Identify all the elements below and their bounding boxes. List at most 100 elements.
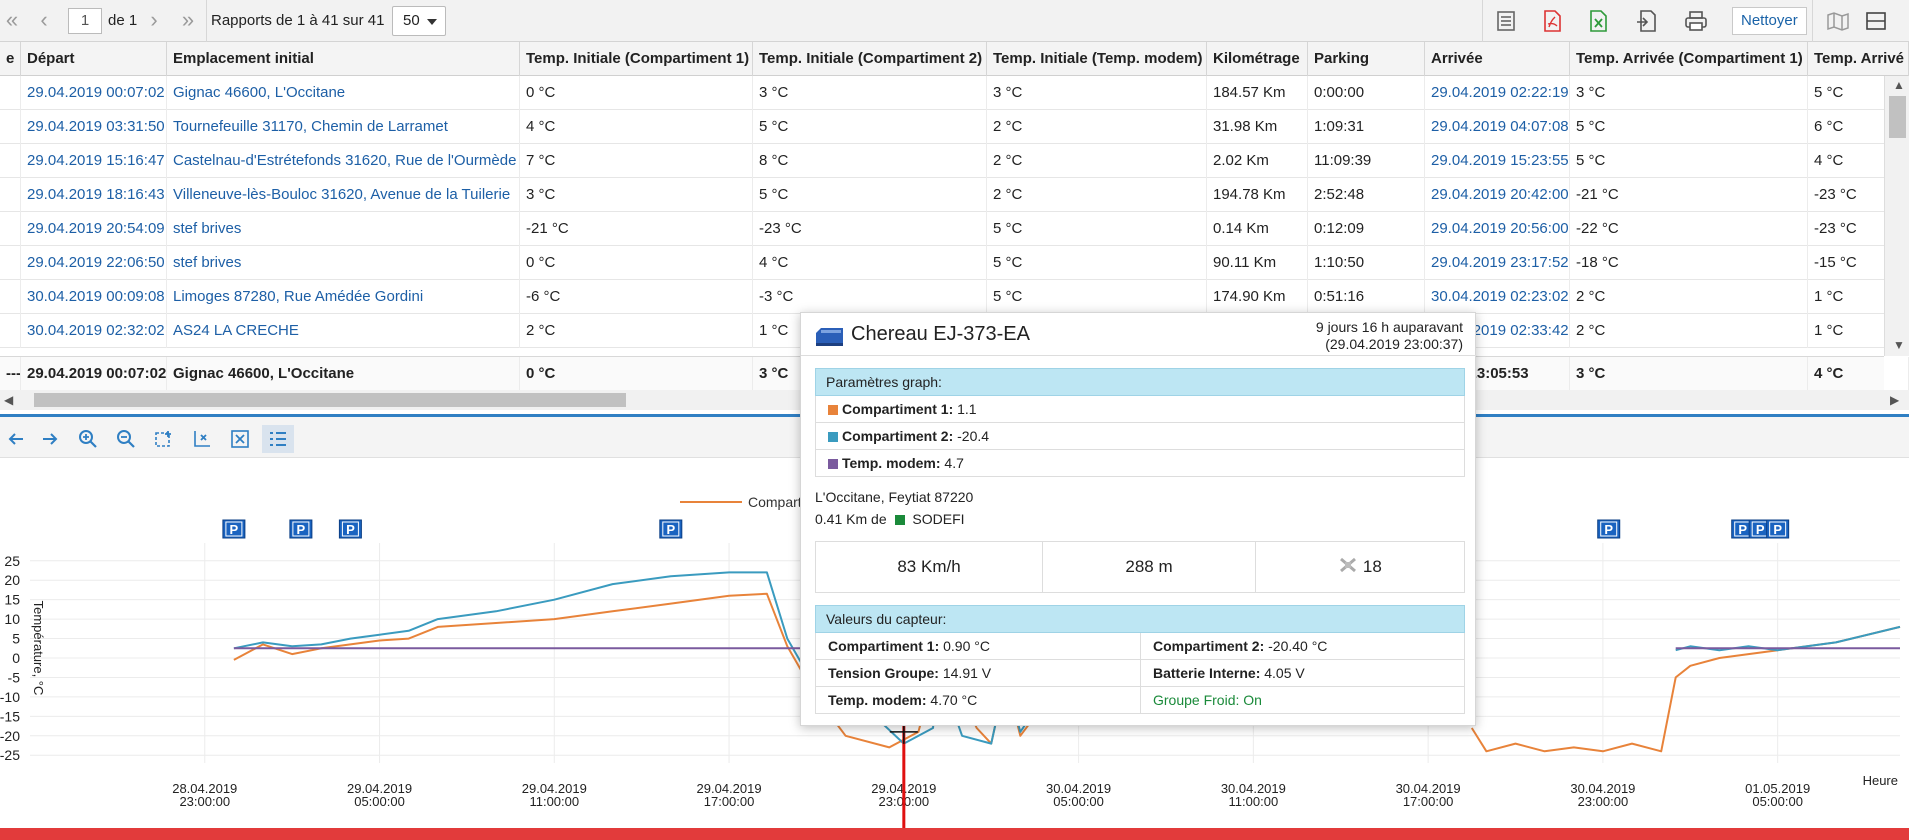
sensor-compartment-1: Compartiment 1: 0.90 °C bbox=[815, 633, 1141, 660]
next-page-button[interactable]: › bbox=[142, 8, 166, 34]
table-cell-link[interactable]: Limoges 87280, Rue Amédée Gordini bbox=[167, 280, 520, 314]
table-cell-link[interactable]: 29.04.2019 22:06:50 bbox=[21, 246, 167, 280]
column-header[interactable]: Arrivée bbox=[1425, 42, 1570, 76]
table-cell-link[interactable]: stef brives bbox=[167, 212, 520, 246]
poi-distance: 0.41 Km de SODEFI bbox=[815, 511, 965, 527]
graph-params-header: Paramètres graph: bbox=[815, 368, 1465, 396]
y-tick-label: -5 bbox=[8, 669, 21, 685]
series-line[interactable] bbox=[1470, 625, 1901, 753]
table-cell-link[interactable]: 29.04.2019 20:42:00 bbox=[1425, 178, 1570, 212]
table-cell-link[interactable]: 29.04.2019 04:07:08 bbox=[1425, 110, 1570, 144]
zoom-x-axis-icon[interactable] bbox=[188, 425, 216, 453]
zoom-selection-icon[interactable] bbox=[150, 425, 178, 453]
column-header[interactable]: Parking bbox=[1308, 42, 1425, 76]
column-header[interactable]: e bbox=[0, 42, 21, 76]
pdf-export-icon[interactable] bbox=[1532, 6, 1572, 36]
scroll-up-icon[interactable]: ▲ bbox=[1893, 78, 1905, 92]
first-page-button[interactable]: « bbox=[0, 8, 24, 34]
column-header[interactable]: Temp. Arrivé bbox=[1808, 42, 1909, 76]
table-cell: -21 °C bbox=[1570, 178, 1808, 212]
table-cell-link[interactable]: 29.04.2019 02:22:19 bbox=[1425, 76, 1570, 110]
table-row[interactable]: 29.04.2019 22:06:50 stef brives 0 °C 4 °C 5 … bbox=[0, 246, 1909, 280]
table-cell-link[interactable]: Tournefeuille 31170, Chemin de Larramet bbox=[167, 110, 520, 144]
print-icon[interactable] bbox=[1676, 6, 1716, 36]
scroll-right-icon[interactable]: ▶ bbox=[1890, 393, 1899, 407]
sensor-voltage-group: Tension Groupe: 14.91 V bbox=[815, 660, 1141, 687]
table-cell: 0:00:00 bbox=[1308, 76, 1425, 110]
sensor-value: -20.40 °C bbox=[1268, 638, 1328, 654]
column-header[interactable]: Temp. Arrivée (Compartiment 1) bbox=[1570, 42, 1808, 76]
table-cell-link[interactable]: Castelnau-d'Estrétefonds 31620, Rue de l… bbox=[167, 144, 520, 178]
map-view-icon[interactable] bbox=[1818, 6, 1858, 36]
speed-stat: 83 Km/h bbox=[815, 541, 1043, 593]
param-label: Compartiment 2: bbox=[842, 428, 954, 444]
y-tick-label: -10 bbox=[0, 689, 20, 705]
table-cell: 0:12:09 bbox=[1308, 212, 1425, 246]
zoom-out-icon[interactable] bbox=[112, 425, 140, 453]
table-cell: 3 °C bbox=[1570, 76, 1808, 110]
table-view-icon[interactable] bbox=[1486, 6, 1526, 36]
column-header[interactable]: Temp. Initiale (Compartiment 2) bbox=[753, 42, 987, 76]
table-cell-link[interactable]: Gignac 46600, L'Occitane bbox=[167, 76, 520, 110]
scrollbar-thumb[interactable] bbox=[34, 393, 626, 407]
total-cell: 0 °C bbox=[520, 357, 753, 391]
table-cell-link[interactable]: AS24 LA CRECHE bbox=[167, 314, 520, 348]
list-view-icon[interactable] bbox=[262, 425, 294, 453]
scrollbar-thumb[interactable] bbox=[1889, 96, 1906, 138]
legend-label[interactable]: Compart bbox=[748, 494, 802, 510]
distance-text: 0.41 Km de bbox=[815, 511, 887, 527]
scroll-left-icon[interactable]: ◀ bbox=[4, 393, 13, 407]
table-cell-link[interactable]: 29.04.2019 23:17:52 bbox=[1425, 246, 1570, 280]
table-cell: 174.90 Km bbox=[1207, 280, 1308, 314]
table-cell: 2.02 Km bbox=[1207, 144, 1308, 178]
table-cell-link[interactable]: 29.04.2019 20:56:00 bbox=[1425, 212, 1570, 246]
x-tick-label: 11:00:00 bbox=[529, 794, 579, 809]
last-page-button[interactable]: » bbox=[176, 8, 200, 34]
table-cell-link[interactable]: 30.04.2019 02:23:02 bbox=[1425, 280, 1570, 314]
x-tick-label: 23:00:00 bbox=[1578, 794, 1629, 809]
reset-zoom-icon[interactable] bbox=[226, 425, 254, 453]
column-header[interactable]: Temp. Initiale (Temp. modem) bbox=[987, 42, 1207, 76]
table-cell-link[interactable]: Villeneuve-lès-Bouloc 31620, Avenue de l… bbox=[167, 178, 520, 212]
table-cell-link[interactable]: 29.04.2019 15:16:47 bbox=[21, 144, 167, 178]
clear-button[interactable]: Nettoyer bbox=[1732, 7, 1807, 35]
table-row[interactable]: 29.04.2019 03:31:50 Tournefeuille 31170, … bbox=[0, 110, 1909, 144]
column-header[interactable]: Temp. Initiale (Compartiment 1) bbox=[520, 42, 753, 76]
table-cell-link[interactable]: 30.04.2019 00:09:08 bbox=[21, 280, 167, 314]
table-cell: 7 °C bbox=[520, 144, 753, 178]
table-cell-link[interactable]: 29.04.2019 15:23:55 bbox=[1425, 144, 1570, 178]
arrow-right-icon[interactable] bbox=[36, 425, 64, 453]
table-cell-link[interactable]: 30.04.2019 02:32:02 bbox=[21, 314, 167, 348]
table-cell-link[interactable]: 29.04.2019 20:54:09 bbox=[21, 212, 167, 246]
excel-export-icon[interactable] bbox=[1578, 6, 1618, 36]
column-header[interactable]: Kilométrage bbox=[1207, 42, 1308, 76]
scroll-down-icon[interactable]: ▼ bbox=[1893, 338, 1905, 352]
table-row[interactable]: 29.04.2019 15:16:47 Castelnau-d'Estrétefo… bbox=[0, 144, 1909, 178]
import-icon[interactable] bbox=[1626, 6, 1666, 36]
table-cell: 3 °C bbox=[753, 76, 987, 110]
table-cell-link[interactable]: stef brives bbox=[167, 246, 520, 280]
page-number-input[interactable]: 1 bbox=[68, 8, 102, 34]
table-row[interactable]: 29.04.2019 00:07:02 Gignac 46600, L'Occit… bbox=[0, 76, 1909, 110]
table-row[interactable]: 29.04.2019 20:54:09 stef brives -21 °C -23 … bbox=[0, 212, 1909, 246]
table-cell: 3 °C bbox=[520, 178, 753, 212]
sensor-value: 4.70 °C bbox=[930, 692, 978, 708]
zoom-in-icon[interactable] bbox=[74, 425, 102, 453]
table-cell-link[interactable]: 29.04.2019 18:16:43 bbox=[21, 178, 167, 212]
table-row[interactable]: 30.04.2019 00:09:08 Limoges 87280, Rue Am… bbox=[0, 280, 1909, 314]
column-header[interactable]: Emplacement initial bbox=[167, 42, 520, 76]
page-size-select[interactable]: 50 bbox=[392, 6, 446, 36]
chevron-down-icon bbox=[427, 19, 437, 25]
table-row[interactable]: 29.04.2019 18:16:43 Villeneuve-lès-Bouloc… bbox=[0, 178, 1909, 212]
column-header[interactable]: Départ bbox=[21, 42, 167, 76]
vertical-scrollbar[interactable]: ▲ ▼ bbox=[1884, 76, 1909, 356]
arrow-left-icon[interactable] bbox=[2, 425, 30, 453]
split-view-icon[interactable] bbox=[1856, 6, 1896, 36]
table-cell-link[interactable]: 29.04.2019 00:07:02 bbox=[21, 76, 167, 110]
satellites-stat: 18 bbox=[1255, 541, 1465, 593]
table-cell: 5 °C bbox=[987, 246, 1207, 280]
table-cell-link[interactable]: 29.04.2019 03:31:50 bbox=[21, 110, 167, 144]
prev-page-button[interactable]: ‹ bbox=[32, 8, 56, 34]
table-cell: 4 °C bbox=[520, 110, 753, 144]
table-cell: -3 °C bbox=[753, 280, 987, 314]
